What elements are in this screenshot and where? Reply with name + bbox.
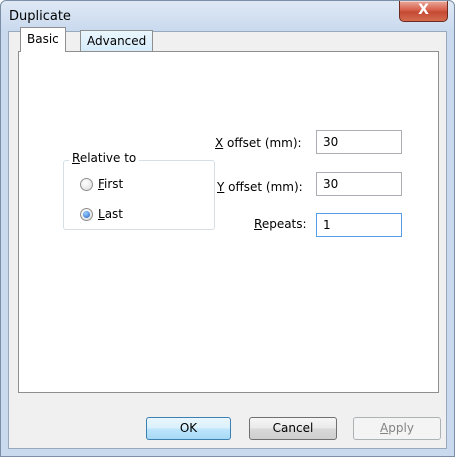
apply-button[interactable]: Apply [353, 417, 441, 440]
radio-last[interactable]: Last [80, 206, 123, 222]
y-offset-label: Y offset (mm): [217, 180, 303, 194]
tab-advanced[interactable]: Advanced [80, 30, 154, 51]
radio-first[interactable]: First [80, 176, 123, 192]
radio-first-indicator[interactable] [80, 177, 93, 191]
cancel-button[interactable]: Cancel [249, 417, 337, 440]
x-offset-label: X offset (mm): [215, 136, 302, 150]
radio-last-label: Last [98, 207, 123, 221]
radio-last-indicator[interactable] [80, 207, 93, 221]
tab-basic-label: Basic [27, 32, 59, 46]
close-button[interactable]: X [399, 1, 448, 22]
radio-first-label: First [98, 177, 124, 191]
window-title: Duplicate [9, 9, 71, 24]
tab-basic[interactable]: Basic [20, 27, 66, 52]
ok-button-label: OK [179, 421, 198, 435]
apply-button-label: Apply [380, 421, 414, 435]
repeats-label: Repeats: [254, 217, 307, 231]
relative-to-label: Relative to [69, 151, 140, 165]
tab-advanced-label: Advanced [87, 34, 147, 48]
close-icon: X [418, 2, 429, 18]
repeats-input[interactable] [316, 213, 402, 237]
x-offset-input[interactable] [316, 130, 402, 154]
title-bar[interactable]: Duplicate X [1, 1, 454, 33]
ok-button[interactable]: OK [146, 417, 231, 440]
y-offset-input[interactable] [316, 172, 402, 196]
cancel-button-label: Cancel [272, 421, 314, 435]
